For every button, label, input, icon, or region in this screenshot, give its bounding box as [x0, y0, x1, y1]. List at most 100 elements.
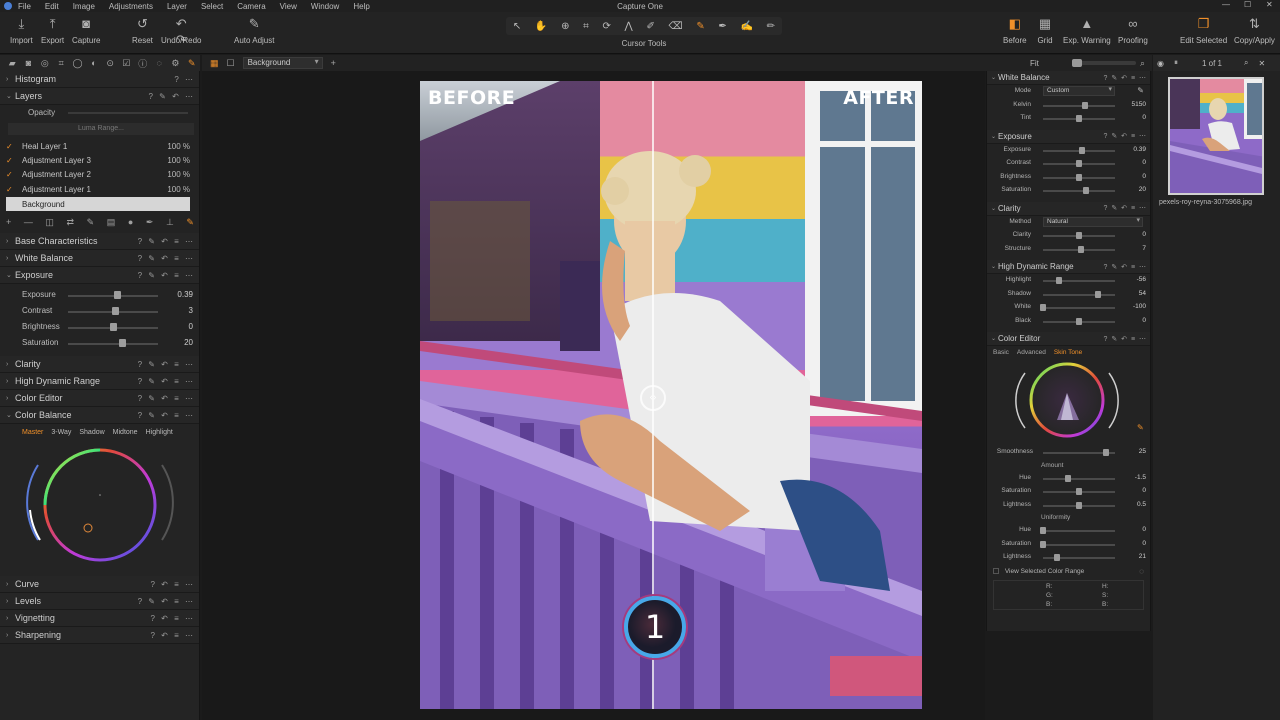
tool-actions-icon[interactable]: ? ↶ ≡ ⋯	[151, 580, 196, 589]
view-range-checkbox[interactable]	[993, 567, 999, 574]
opacity-slider[interactable]	[68, 112, 188, 114]
tool-actions-icon[interactable]: ? ✎ ↶ ≡ ⋯	[138, 271, 195, 280]
layer-row[interactable]: ✓ Adjustment Layer 3 100 %	[6, 153, 190, 167]
brush-icon[interactable]: ✎	[87, 217, 95, 228]
tool-actions-icon[interactable]: ? ✎ ↶ ≡ ⋯	[138, 237, 195, 246]
split-handle-icon[interactable]: ‹›	[640, 385, 666, 411]
capture-tab-icon[interactable]: ◙	[20, 58, 36, 68]
tab-3-way[interactable]: 3-Way	[51, 429, 71, 436]
skin-tone-wheel[interactable]: ✎	[987, 358, 1152, 446]
pen-icon[interactable]: ✒	[718, 21, 726, 32]
swap-icon[interactable]: ⇄	[67, 217, 75, 228]
export-button[interactable]: ⤒ Export	[41, 16, 64, 45]
mask-icon[interactable]: ◫	[45, 217, 54, 228]
library-tab-icon[interactable]: ▰	[4, 58, 20, 69]
slider-value[interactable]: 20	[163, 338, 193, 347]
tool-actions-icon[interactable]: ? ↶ ≡ ⋯	[151, 614, 196, 623]
color-tab-icon[interactable]: ◯	[69, 58, 85, 69]
slider-value[interactable]: 20	[1120, 186, 1146, 193]
slider-handle[interactable]	[1078, 245, 1085, 253]
slider-value[interactable]: -100	[1120, 303, 1146, 310]
tab-shadow[interactable]: Shadow	[79, 429, 104, 436]
slider-value[interactable]: 0.39	[163, 290, 193, 299]
slider-track[interactable]	[1043, 530, 1115, 532]
eraser-icon[interactable]: ⌫	[669, 21, 683, 32]
slider-track[interactable]	[1043, 293, 1115, 296]
slider-value[interactable]: 5150	[1120, 101, 1146, 108]
exposure-header[interactable]: ⌄ Exposure ? ✎ ↶ ≡ ⋯	[0, 267, 199, 284]
close-icon[interactable]: ✕	[1258, 59, 1265, 68]
check-icon[interactable]: ✓	[6, 142, 22, 151]
image-thumbnail[interactable]	[1168, 77, 1264, 195]
slider-handle[interactable]	[1054, 554, 1061, 561]
slider-value[interactable]: 0	[1120, 526, 1146, 533]
tool-actions-icon[interactable]: ? ✎ ↶ ≡ ⋯	[1104, 335, 1148, 343]
color-editor-header[interactable]: › Color Editor ? ✎ ↶ ≡ ⋯	[0, 390, 199, 407]
tool-actions-icon[interactable]: ? ✎ ↶ ≡ ⋯	[138, 394, 195, 403]
details-tab-icon[interactable]: ⊙	[102, 58, 118, 69]
menu-help[interactable]: Help	[353, 2, 369, 11]
import-button[interactable]: ⤓ Import	[10, 16, 33, 45]
zoom-slider-handle[interactable]	[1072, 59, 1082, 67]
slider-value[interactable]: 0	[1120, 114, 1146, 121]
slider-handle[interactable]	[1076, 232, 1082, 239]
color-balance-wheel[interactable]	[0, 440, 200, 576]
auto-adjust-button[interactable]: ✎ Auto Adjust	[234, 16, 274, 45]
slider-value[interactable]: 0.5	[1120, 501, 1146, 508]
layer-row[interactable]: ✓ Adjustment Layer 2 100 %	[6, 167, 190, 181]
clarity-method-select[interactable]: Natural	[1043, 216, 1143, 227]
slider-value[interactable]: 3	[163, 306, 193, 315]
gradient-icon[interactable]: ▤	[107, 217, 116, 228]
layers-header[interactable]: ⌄ Layers ? ✎ ↶ ⋯	[0, 88, 199, 105]
slider-track[interactable]	[1043, 190, 1115, 192]
slider-track[interactable]	[68, 343, 158, 345]
add-layer-icon[interactable]: +	[6, 217, 11, 228]
color-balance-header[interactable]: ⌄ Color Balance ? ✎ ↶ ≡ ⋯	[0, 407, 199, 424]
slider-value[interactable]: 0	[163, 322, 193, 331]
slider-handle[interactable]	[1065, 474, 1072, 482]
menu-view[interactable]: View	[280, 2, 297, 11]
tool-actions-icon[interactable]: ? ⋯	[174, 75, 195, 84]
vignetting-header[interactable]: › Vignetting ? ↶ ≡ ⋯	[0, 610, 199, 627]
menu-select[interactable]: Select	[201, 2, 223, 11]
proofing-button[interactable]: ∞ Proofing	[1118, 16, 1148, 45]
slider-handle[interactable]	[1076, 115, 1082, 122]
tab-master[interactable]: Master	[22, 429, 43, 436]
adjustments-tab-icon[interactable]: ☑	[118, 58, 134, 69]
tool-actions-icon[interactable]: ? ✎ ↶ ≡ ⋯	[1104, 132, 1148, 140]
menu-file[interactable]: File	[18, 2, 31, 11]
tool-actions-icon[interactable]: ? ✎ ↶ ≡ ⋯	[138, 360, 195, 369]
slider-handle[interactable]	[1076, 501, 1082, 509]
slider-track[interactable]	[1043, 543, 1115, 546]
slider-handle[interactable]	[1076, 160, 1082, 167]
view-range-row[interactable]: View Selected Color Range ◌	[987, 565, 1150, 578]
tab-skin-tone[interactable]: Skin Tone	[1054, 349, 1082, 356]
exposure-warning-button[interactable]: ▲ Exp. Warning	[1063, 16, 1111, 45]
copy-apply-button[interactable]: ⇅ Copy/Apply	[1234, 16, 1275, 45]
keystone-icon[interactable]: ⋀	[625, 21, 633, 32]
slider-track[interactable]	[1043, 477, 1115, 480]
pen-icon[interactable]: ✒	[146, 217, 154, 228]
slider-handle[interactable]	[1076, 488, 1082, 495]
slider-value[interactable]: -56	[1120, 276, 1146, 283]
slider-handle[interactable]	[1040, 304, 1046, 311]
background-layer-row[interactable]: Background	[6, 197, 190, 211]
slider-handle[interactable]	[1078, 146, 1085, 154]
slider-value[interactable]: 7	[1120, 245, 1146, 252]
clarity-header[interactable]: › Clarity ? ✎ ↶ ≡ ⋯	[0, 356, 199, 373]
output-tab-icon[interactable]: ◌	[151, 58, 167, 68]
grid-button[interactable]: ▦ Grid	[1037, 16, 1053, 45]
undo-redo-button[interactable]: ↶ ↷ Undo/Redo	[161, 16, 201, 47]
menu-image[interactable]: Image	[73, 2, 95, 11]
base-characteristics-header[interactable]: › Base Characteristics ? ✎ ↶ ≡ ⋯	[0, 233, 199, 250]
slider-value[interactable]: 0	[1120, 487, 1146, 494]
lens-tab-icon[interactable]: ◎	[37, 58, 53, 69]
rotate-icon[interactable]: ⟳	[602, 21, 610, 32]
fit-label[interactable]: Fit	[1030, 59, 1039, 68]
menu-camera[interactable]: Camera	[237, 2, 265, 11]
remove-layer-icon[interactable]: —	[24, 217, 33, 228]
slider-handle[interactable]	[1095, 290, 1102, 298]
slider-value[interactable]: 0	[1120, 540, 1146, 547]
tool-actions-icon[interactable]: ? ✎ ↶ ≡ ⋯	[138, 597, 195, 606]
edit-selected-button[interactable]: ❐ Edit Selected	[1180, 16, 1227, 45]
